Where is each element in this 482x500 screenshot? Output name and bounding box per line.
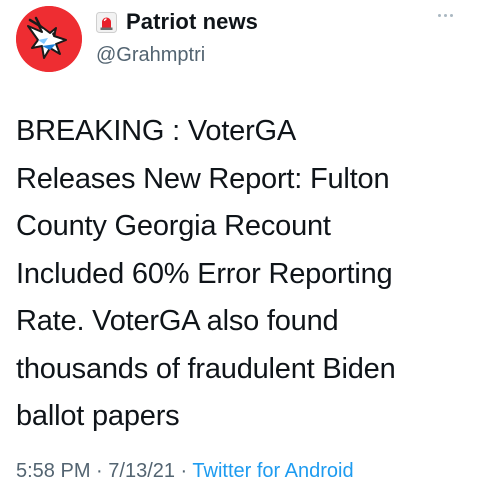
more-dots-icon	[443, 14, 447, 17]
avatar[interactable]	[16, 6, 82, 72]
tweet-text: BREAKING : VoterGA Releases New Report: …	[16, 115, 396, 432]
display-name[interactable]: Patriot news	[126, 9, 258, 35]
tweet-card: Patriot news @Grahmptri BREAKING : Voter…	[0, 0, 482, 500]
meta-separator: ·	[175, 460, 193, 482]
user-handle[interactable]: @Grahmptri	[96, 44, 205, 67]
author-name-row[interactable]: Patriot news	[96, 6, 258, 38]
more-options-button[interactable]	[430, 6, 460, 30]
tweet-date[interactable]: 7/13/21	[108, 460, 175, 482]
tweet-meta: 5:58 PM · 7/13/21 · Twitter for Android	[16, 460, 354, 483]
more-dots-icon	[449, 14, 453, 17]
tweet-time[interactable]: 5:58 PM	[16, 460, 90, 482]
more-dots-icon	[437, 14, 441, 17]
eagle-logo-icon	[16, 6, 82, 72]
meta-separator: ·	[90, 460, 109, 482]
rotating-light-icon	[96, 11, 117, 33]
tweet-source-link[interactable]: Twitter for Android	[192, 460, 353, 482]
